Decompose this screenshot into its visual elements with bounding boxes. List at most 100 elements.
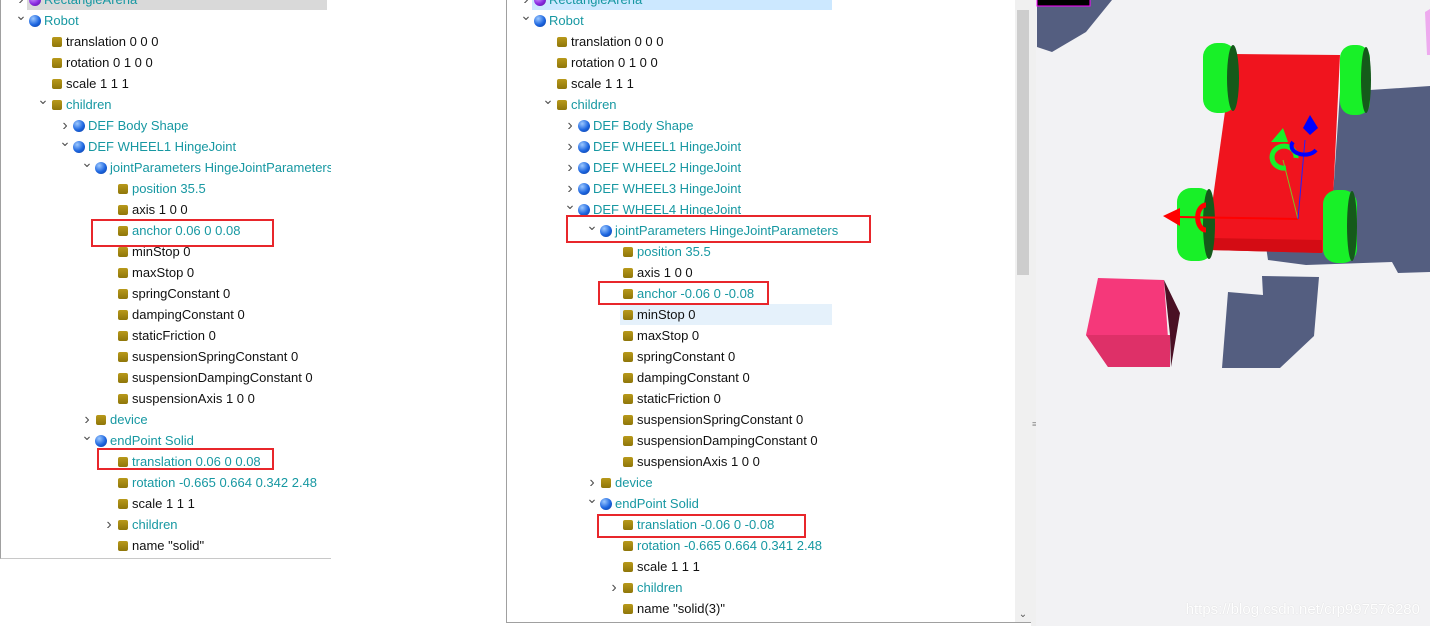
node-sphere-icon [578, 120, 590, 132]
tree-row[interactable]: axis 1 0 0 [115, 199, 327, 220]
tree-row[interactable]: rotation 0 1 0 0 [554, 52, 832, 73]
chevron-down-icon[interactable]: ⌄ [564, 194, 576, 215]
tree-row[interactable]: scale 1 1 1 [115, 493, 327, 514]
tree-row[interactable]: › DEF Body Shape [62, 115, 327, 136]
tree-row-label: jointParameters HingeJointParameters [110, 160, 331, 175]
tree-row[interactable]: minStop 0 [620, 304, 832, 325]
tree-row-label: staticFriction 0 [637, 391, 721, 406]
chevron-right-icon[interactable]: › [564, 115, 576, 136]
node-sphere-icon [73, 120, 85, 132]
tree-row-label: axis 1 0 0 [637, 265, 693, 280]
chevron-right-icon[interactable]: › [608, 577, 620, 598]
tree-row-label: Robot [549, 13, 584, 28]
chevron-down-icon[interactable]: ⌄ [37, 89, 49, 110]
tree-row[interactable]: anchor 0.06 0 0.08 [115, 220, 327, 241]
tree-row[interactable]: › children [611, 577, 832, 598]
chevron-down-icon[interactable]: ⌄ [59, 131, 71, 152]
tree-row[interactable]: suspensionSpringConstant 0 [115, 346, 327, 367]
tree-row[interactable]: anchor -0.06 0 -0.08 [620, 283, 832, 304]
tree-row[interactable]: minStop 0 [115, 241, 327, 262]
tree-row-label: name "solid(3)" [637, 601, 725, 616]
tree-row[interactable]: › DEF WHEEL1 HingeJoint [567, 136, 832, 157]
tree-row[interactable]: suspensionDampingConstant 0 [115, 367, 327, 388]
tree-row[interactable]: ⌄ children [542, 91, 832, 115]
tree-row[interactable]: ⌄ endPoint Solid [81, 427, 327, 451]
tree-row-label: suspensionSpringConstant 0 [132, 349, 299, 364]
chevron-down-icon[interactable]: ⌄ [15, 5, 27, 26]
tree-row[interactable]: › device [589, 472, 832, 493]
tree-row[interactable]: ⌄ Robot [15, 7, 327, 31]
vertical-scrollbar[interactable]: ⌄ [1015, 0, 1031, 622]
tree-row[interactable]: › device [84, 409, 327, 430]
tree-row[interactable]: ›RectangleArena [523, 0, 832, 10]
tree-row[interactable]: suspensionSpringConstant 0 [620, 409, 832, 430]
tree-row[interactable]: staticFriction 0 [115, 325, 327, 346]
field-icon [601, 478, 611, 488]
chevron-down-icon[interactable]: ⌄ [81, 152, 93, 173]
chevron-down-icon[interactable]: ⌄ [586, 488, 598, 509]
chevron-down-icon[interactable]: ⌄ [586, 215, 598, 236]
node-sphere-icon [578, 183, 590, 195]
node-sphere-icon [600, 498, 612, 510]
field-icon [52, 37, 62, 47]
chevron-down-icon[interactable]: ⌄ [520, 5, 532, 26]
tree-row[interactable]: dampingConstant 0 [115, 304, 327, 325]
tree-row[interactable]: ⌄ children [37, 91, 327, 115]
tree-row[interactable]: ⌄ Robot [520, 7, 832, 31]
tree-row[interactable]: translation 0 0 0 [554, 31, 832, 52]
chevron-down-icon[interactable]: ⌄ [81, 425, 93, 446]
tree-row[interactable]: scale 1 1 1 [620, 556, 832, 577]
scrollbar-thumb[interactable] [1017, 10, 1029, 275]
tree-row[interactable]: name "solid" [115, 535, 327, 556]
chevron-down-icon[interactable]: ⌄ [542, 89, 554, 110]
tree-row-label: rotation -0.665 0.664 0.341 2.48 [637, 538, 823, 553]
robot-body-side [1210, 238, 1322, 253]
tree-row[interactable]: scale 1 1 1 [554, 73, 832, 94]
tree-row[interactable]: suspensionAxis 1 0 0 [620, 451, 832, 472]
tree-row[interactable]: ⌄ DEF WHEEL4 HingeJoint [564, 196, 832, 220]
tree-row[interactable]: maxStop 0 [620, 325, 832, 346]
chevron-right-icon[interactable]: › [564, 136, 576, 157]
tree-row[interactable]: translation 0.06 0 0.08 [115, 451, 327, 472]
tree-row[interactable]: suspensionAxis 1 0 0 [115, 388, 327, 409]
tree-row[interactable]: rotation -0.665 0.664 0.342 2.48 [115, 472, 327, 493]
tree-row[interactable]: staticFriction 0 [620, 388, 832, 409]
field-icon [623, 289, 633, 299]
tree-row-label: anchor -0.06 0 -0.08 [637, 286, 755, 301]
tree-row[interactable]: ⌄ DEF WHEEL1 HingeJoint [59, 133, 327, 157]
tree-row[interactable]: › DEF Body Shape [567, 115, 832, 136]
tree-row[interactable]: springConstant 0 [620, 346, 832, 367]
tree-row-label: Robot [44, 13, 79, 28]
3d-view[interactable]: https://blog.csdn.net/crp997576280 [1036, 0, 1430, 626]
tree-row[interactable]: springConstant 0 [115, 283, 327, 304]
tree-row-label: name "solid" [132, 538, 205, 553]
tree-row[interactable]: scale 1 1 1 [49, 73, 327, 94]
tree-row[interactable]: › DEF WHEEL3 HingeJoint [567, 178, 832, 199]
scene-tree-left: ›RectangleArena⌄Robottranslation 0 0 0ro… [0, 0, 331, 559]
tree-row-label: RectangleArena [44, 0, 137, 10]
tree-row[interactable]: ⌄ endPoint Solid [586, 490, 832, 514]
tree-row[interactable]: › children [106, 514, 327, 535]
chevron-right-icon[interactable]: › [103, 514, 115, 535]
tree-row[interactable]: ⌄ jointParameters HingeJointParameters [586, 217, 838, 241]
tree-row[interactable]: maxStop 0 [115, 262, 327, 283]
tree-row-label: suspensionDampingConstant 0 [637, 433, 818, 448]
tree-row[interactable]: rotation 0 1 0 0 [49, 52, 327, 73]
tree-row[interactable]: › DEF WHEEL2 HingeJoint [567, 157, 832, 178]
tree-row[interactable]: position 35.5 [620, 241, 832, 262]
scroll-down-arrow-icon[interactable]: ⌄ [1015, 609, 1031, 620]
tree-row[interactable]: rotation -0.665 0.664 0.341 2.48 [620, 535, 832, 556]
tree-row[interactable]: ⌄ jointParameters HingeJointParameters [81, 154, 331, 178]
tree-row[interactable]: ›RectangleArena [18, 0, 327, 10]
pink-object-partial [1425, 9, 1430, 55]
tree-row[interactable]: position 35.5 [115, 178, 327, 199]
pink-box [1086, 278, 1180, 367]
tree-row[interactable]: suspensionDampingConstant 0 [620, 430, 832, 451]
tree-row[interactable]: translation -0.06 0 -0.08 [620, 514, 832, 535]
tree-row[interactable]: dampingConstant 0 [620, 367, 832, 388]
tree-row[interactable]: translation 0 0 0 [49, 31, 327, 52]
chevron-right-icon[interactable]: › [564, 157, 576, 178]
tree-row-label: endPoint Solid [110, 433, 194, 448]
tree-row[interactable]: axis 1 0 0 [620, 262, 832, 283]
tree-row[interactable]: name "solid(3)" [620, 598, 832, 619]
